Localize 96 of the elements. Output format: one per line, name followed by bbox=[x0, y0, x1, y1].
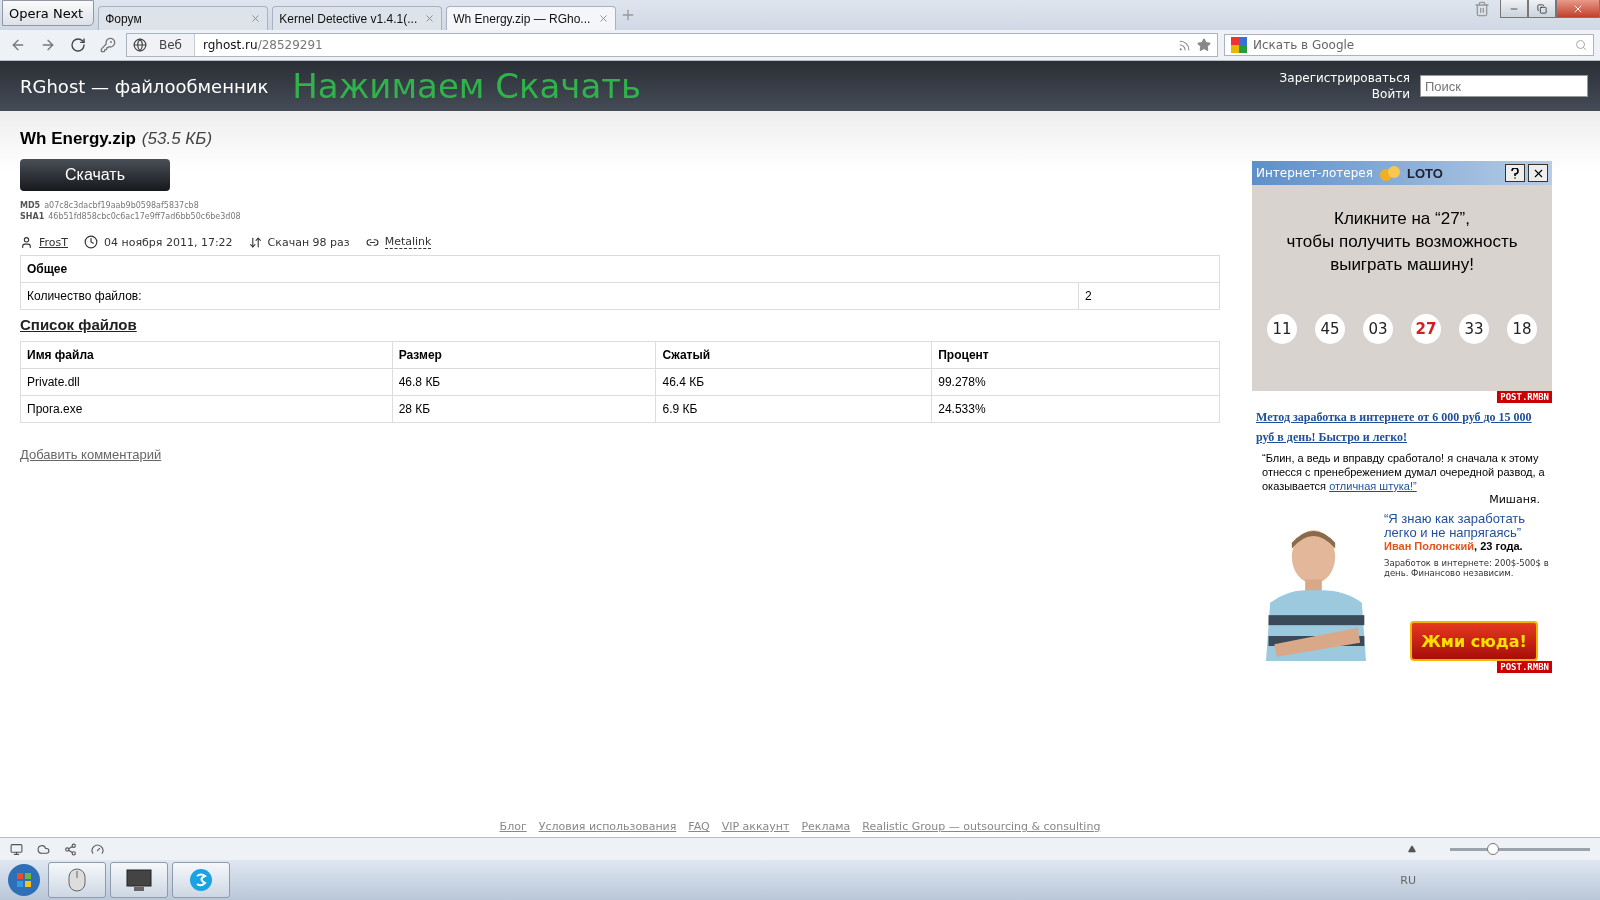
testimonial-link[interactable]: отличная штука!” bbox=[1329, 480, 1417, 492]
add-comment-link[interactable]: Добавить комментарий bbox=[20, 447, 162, 462]
ad-title: Интернет-лотерея bbox=[1256, 166, 1373, 180]
testimonial-quote: “Блин, а ведь и вправду сработало! я сначала к этому отнесся с пренебрежением думал очередной развод, а оказывается отличная штука!” bbox=[1262, 451, 1546, 493]
footer-link[interactable]: Реклама bbox=[801, 820, 851, 833]
hash-line: MD5 a07c8c3dacbf19aab9b0598af5837cb8 bbox=[20, 201, 199, 210]
table-cell: 99.278% bbox=[931, 368, 1220, 396]
language-indicator[interactable]: RU bbox=[1400, 873, 1416, 887]
column-header: Размер bbox=[392, 341, 656, 369]
address-bar[interactable]: Веб rghost.ru/28529291 bbox=[126, 33, 1218, 57]
triangle-icon[interactable] bbox=[1408, 845, 1416, 853]
cloud-icon[interactable] bbox=[37, 842, 50, 856]
star-icon[interactable] bbox=[1197, 38, 1211, 52]
minimize-button[interactable] bbox=[1500, 0, 1528, 18]
caption-overlay: Нажимаем Скачать bbox=[292, 66, 642, 106]
close-icon[interactable] bbox=[598, 13, 610, 24]
ad-slogan: “Я знаю как заработать легко и не напрягаясь” bbox=[1384, 512, 1527, 540]
user-icon bbox=[20, 235, 33, 249]
lottery-ad[interactable]: Интернет-лотерея LOTO Кликните на “27”, чтобы получить возможность выиграть машину! 11 45 03 27 33 18 bbox=[1252, 161, 1552, 391]
trash-icon[interactable] bbox=[1474, 1, 1490, 17]
footer-link[interactable]: VIP аккаунт bbox=[721, 820, 790, 833]
lottery-ball[interactable]: 11 bbox=[1267, 314, 1297, 344]
help-button[interactable] bbox=[1505, 164, 1525, 182]
chat-icon bbox=[188, 867, 214, 893]
table-heading: Общее bbox=[20, 255, 1220, 283]
download-count: Скачан 98 раз bbox=[267, 235, 350, 249]
file-title: Wh Energy.zip (53.5 КБ) bbox=[20, 129, 213, 149]
google-logo-icon bbox=[1231, 37, 1247, 53]
click-here-button[interactable]: Жми сюда! bbox=[1410, 621, 1538, 661]
section-heading: Список файлов bbox=[20, 316, 137, 333]
table-cell: Private.dll bbox=[20, 368, 393, 396]
table-cell: 2 bbox=[1078, 282, 1220, 310]
close-icon[interactable] bbox=[250, 13, 262, 24]
column-header: Сжатый bbox=[655, 341, 932, 369]
upload-date: 04 ноября 2011, 17:22 bbox=[104, 235, 233, 249]
arrows-icon bbox=[248, 235, 262, 249]
coins-icon bbox=[1378, 165, 1401, 181]
table-cell: 24.533% bbox=[931, 395, 1220, 423]
close-icon[interactable] bbox=[424, 13, 436, 24]
site-title[interactable]: RGhost — файлообменник bbox=[20, 75, 269, 97]
download-button[interactable]: Скачать bbox=[20, 159, 170, 191]
panel-icon[interactable] bbox=[10, 842, 23, 856]
share-icon[interactable] bbox=[64, 842, 77, 856]
hash-line: SHA1 46b51fd858cbc0c6ac17e9ff7ad6bb50c6be3d08 bbox=[20, 212, 241, 221]
login-link[interactable]: Войти bbox=[1371, 87, 1410, 101]
restore-icon bbox=[1537, 3, 1547, 14]
ad-tag: POST.RMBN bbox=[1497, 661, 1552, 673]
footer-link[interactable]: Блог bbox=[499, 820, 527, 833]
metalink-link[interactable]: Metalink bbox=[384, 235, 432, 249]
scope-label: Веб bbox=[159, 38, 182, 52]
browser-tab[interactable]: Wh Energy.zip — RGho... bbox=[446, 6, 617, 30]
site-search-field[interactable]: Поиск bbox=[1420, 75, 1588, 97]
search-field[interactable]: Искать в Google bbox=[1224, 34, 1594, 56]
mouse-icon bbox=[66, 867, 88, 893]
lottery-ball[interactable]: 18 bbox=[1507, 314, 1537, 344]
ad-headline[interactable]: Метод заработка в интернете от 6 000 руб до 15 000 руб в день! Быстро и легко! bbox=[1256, 407, 1548, 447]
help-icon bbox=[1511, 167, 1519, 179]
column-header: Процент bbox=[931, 341, 1220, 369]
lottery-ball[interactable]: 33 bbox=[1459, 314, 1489, 344]
globe-icon bbox=[133, 38, 147, 52]
table-cell: Прога.exe bbox=[20, 395, 393, 423]
quote-author: Мишаня. bbox=[1488, 493, 1540, 506]
browser-tab[interactable]: Форум bbox=[98, 6, 269, 30]
footer-link[interactable]: FAQ bbox=[688, 820, 710, 833]
ad-prompt: Кликните на “27”, чтобы получить возможность выиграть машину! bbox=[1285, 208, 1519, 276]
clock-icon bbox=[84, 235, 98, 249]
ad-tag: POST.RMBN bbox=[1497, 391, 1552, 403]
author-link[interactable]: FrosT bbox=[39, 235, 68, 249]
lottery-ball[interactable]: 45 bbox=[1315, 314, 1345, 344]
table-cell: 46.8 КБ bbox=[392, 368, 656, 396]
ad-brand: LOTO bbox=[1406, 165, 1443, 181]
table-cell: 28 КБ bbox=[392, 395, 656, 423]
lottery-ball[interactable]: 03 bbox=[1363, 314, 1393, 344]
key-icon bbox=[100, 37, 116, 53]
footer-link[interactable]: Условия использования bbox=[538, 820, 677, 833]
computer-icon bbox=[124, 867, 154, 893]
lottery-ball[interactable]: 27 bbox=[1411, 314, 1441, 344]
feed-icon[interactable] bbox=[1178, 38, 1191, 52]
column-header: Имя файла bbox=[20, 341, 393, 369]
gauge-icon[interactable] bbox=[91, 842, 104, 856]
ad-note: Заработок в интернете: 200$-500$ в день. Финансово независим. bbox=[1384, 558, 1550, 578]
table-cell: Количество файлов: bbox=[20, 282, 1079, 310]
table-cell: 46.4 КБ bbox=[655, 368, 932, 396]
reload-icon bbox=[70, 37, 86, 53]
maximize-button[interactable] bbox=[1528, 0, 1556, 18]
taskbar-app[interactable] bbox=[110, 862, 168, 898]
forward-arrow-icon bbox=[40, 37, 56, 53]
table-cell: 6.9 КБ bbox=[655, 395, 932, 423]
url-text: rghost.ru/28529291 bbox=[202, 38, 324, 52]
close-button[interactable] bbox=[1528, 164, 1548, 182]
register-link[interactable]: Зарегистрироваться bbox=[1279, 71, 1410, 85]
footer-link[interactable]: Realistic Group — outsourcing & consulting bbox=[862, 820, 1101, 833]
opera-menu-button[interactable]: Opera Next bbox=[2, 0, 95, 26]
person-caption: Иван Полонский, 23 года. bbox=[1384, 540, 1524, 552]
slider-thumb[interactable] bbox=[1487, 842, 1499, 855]
browser-tab[interactable]: Kernel Detective v1.4.1(... bbox=[272, 6, 443, 30]
